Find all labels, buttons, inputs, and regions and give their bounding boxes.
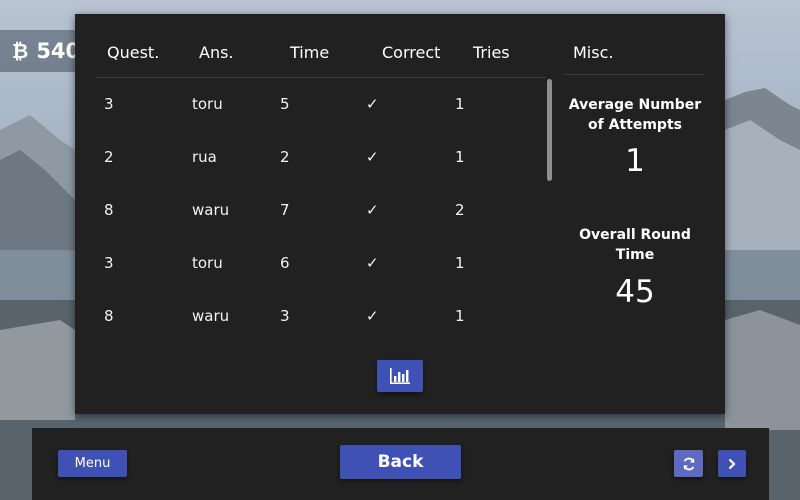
footer-bar: Menu Back xyxy=(32,428,769,500)
next-button[interactable] xyxy=(718,450,746,477)
table-row: 3 toru 6 ✓ 1 xyxy=(75,237,547,290)
scrollbar-thumb[interactable] xyxy=(547,79,552,181)
cell-answer: toru xyxy=(192,254,223,272)
table-row: 8 waru 7 ✓ 2 xyxy=(75,184,547,237)
menu-button[interactable]: Menu xyxy=(58,450,127,477)
statistics-chart-button[interactable] xyxy=(377,360,423,392)
checkmark-icon: ✓ xyxy=(366,148,379,166)
checkmark-icon: ✓ xyxy=(366,307,379,325)
header-question: Quest. xyxy=(107,43,160,62)
cell-tries: 1 xyxy=(455,95,465,113)
cell-tries: 1 xyxy=(455,148,465,166)
coin-amount: 540 xyxy=(36,39,81,63)
cell-answer: waru xyxy=(192,307,230,325)
round-time-label: Overall Round Time xyxy=(579,227,691,263)
refresh-button[interactable] xyxy=(674,450,703,477)
cell-question: 3 xyxy=(104,95,114,113)
bar-chart-icon xyxy=(390,368,410,384)
results-table-header: Quest. Ans. Time Correct Tries xyxy=(75,14,547,78)
cell-answer: waru xyxy=(192,201,230,219)
cell-question: 3 xyxy=(104,254,114,272)
chevron-right-icon xyxy=(728,458,736,469)
cell-tries: 2 xyxy=(455,201,465,219)
misc-divider xyxy=(564,74,705,75)
header-time: Time xyxy=(290,43,330,62)
cell-tries: 1 xyxy=(455,254,465,272)
cell-time: 7 xyxy=(280,201,290,219)
back-button[interactable]: Back xyxy=(340,445,461,479)
cell-time: 5 xyxy=(280,95,290,113)
header-tries: Tries xyxy=(473,43,510,62)
cell-time: 2 xyxy=(280,148,290,166)
header-answer: Ans. xyxy=(199,43,234,62)
round-time-value: 45 xyxy=(615,274,655,310)
cell-time: 6 xyxy=(280,254,290,272)
table-row: 3 toru 5 ✓ 1 xyxy=(75,78,547,131)
checkmark-icon: ✓ xyxy=(366,254,379,272)
cell-question: 2 xyxy=(104,148,114,166)
cell-time: 3 xyxy=(280,307,290,325)
bitcoin-icon: ₿ xyxy=(12,38,29,63)
results-table-body[interactable]: 3 toru 5 ✓ 1 2 rua 2 ✓ 1 8 waru 7 ✓ 2 3 … xyxy=(75,78,547,348)
results-panel: Quest. Ans. Time Correct Tries 3 toru 5 … xyxy=(75,14,725,414)
cell-tries: 1 xyxy=(455,307,465,325)
results-scrollbar[interactable] xyxy=(547,78,553,348)
cell-answer: rua xyxy=(192,148,217,166)
refresh-icon xyxy=(683,457,694,470)
checkmark-icon: ✓ xyxy=(366,95,379,113)
cell-question: 8 xyxy=(104,201,114,219)
avg-attempts-value: 1 xyxy=(625,143,645,179)
cell-answer: toru xyxy=(192,95,223,113)
table-row: 2 rua 2 ✓ 1 xyxy=(75,131,547,184)
header-correct: Correct xyxy=(382,43,441,62)
misc-title: Misc. xyxy=(573,43,614,62)
table-row: 8 waru 3 ✓ 1 xyxy=(75,290,547,343)
cell-question: 8 xyxy=(104,307,114,325)
avg-attempts-label: Average Number of Attempts xyxy=(568,97,702,133)
checkmark-icon: ✓ xyxy=(366,201,379,219)
